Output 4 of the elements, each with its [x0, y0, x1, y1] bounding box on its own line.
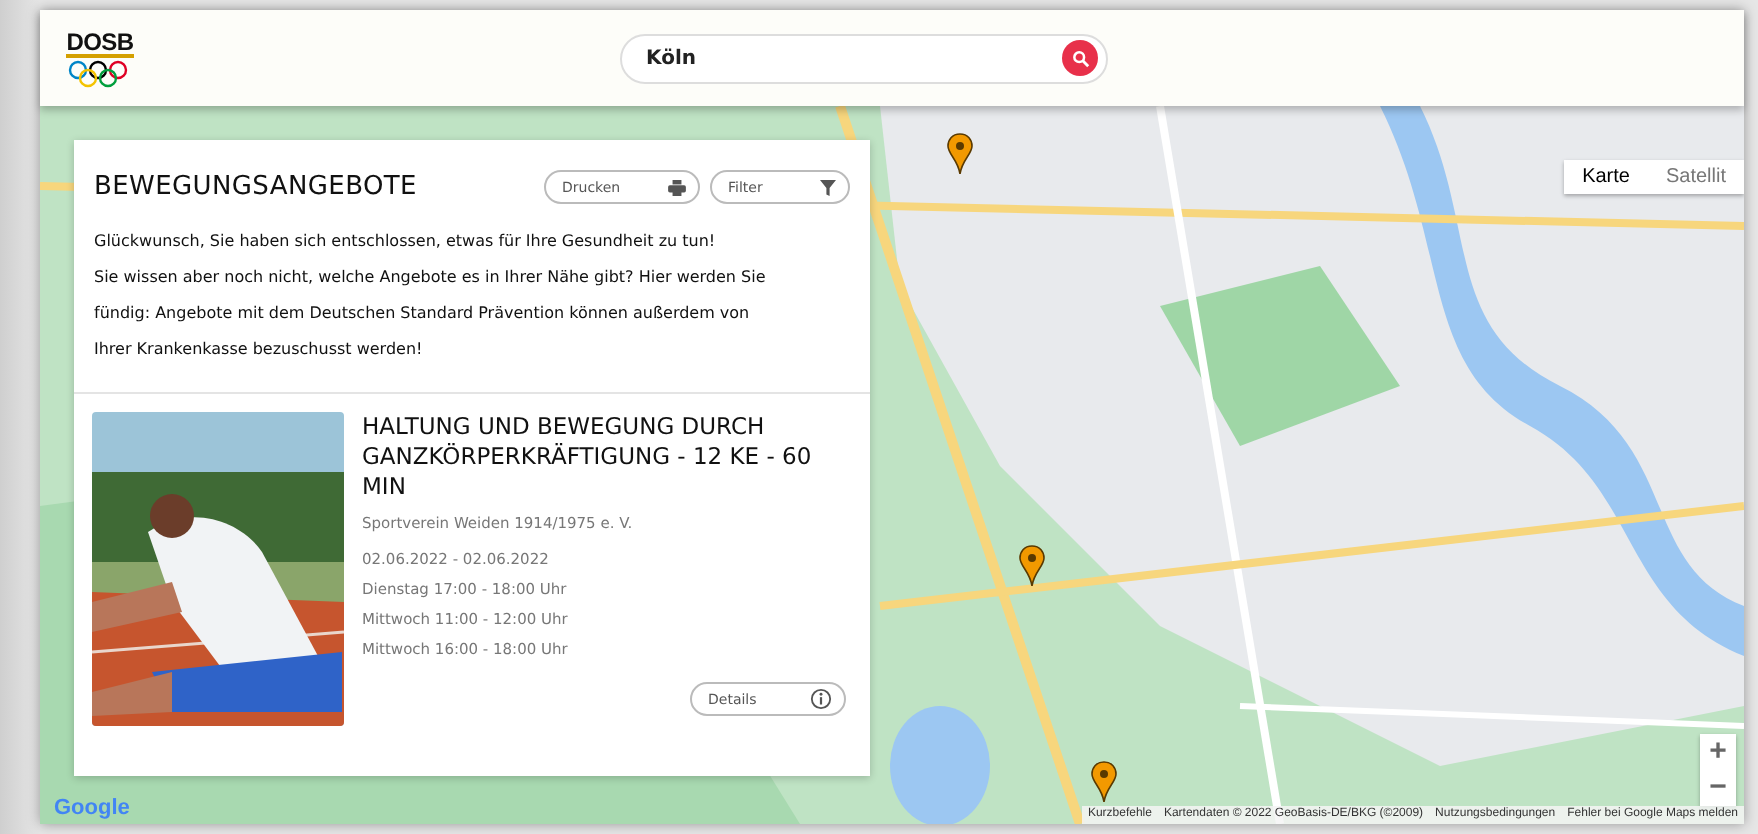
search-button[interactable] — [1062, 40, 1098, 76]
search-field[interactable]: Köln — [620, 33, 1108, 83]
search-icon — [1071, 49, 1089, 67]
logo-wordmark: DOSB — [66, 29, 134, 57]
